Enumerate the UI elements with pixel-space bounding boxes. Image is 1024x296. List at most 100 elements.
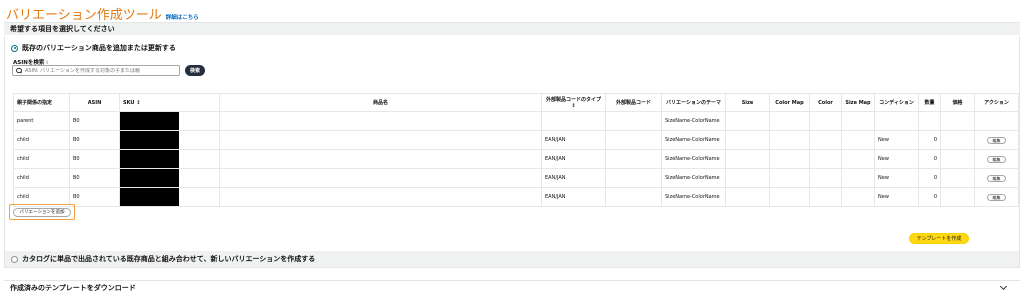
cell-product-name	[219, 149, 542, 169]
cell-ext-code	[605, 149, 662, 169]
cell-color-map	[769, 168, 810, 188]
cell-color	[809, 111, 842, 131]
variation-table: 親子関係の指定 ASIN SKU ↕ 商品名 外部製品コードのタイプ ↕ 外部製…	[13, 93, 1019, 207]
search-button[interactable]: 検索	[185, 65, 205, 76]
redaction-block	[120, 112, 179, 130]
cell-ext-type	[541, 111, 606, 131]
table-row: child B0 EAN/JAN SizeName-ColorName New 0 編集	[13, 168, 1019, 188]
option-catalog-radio[interactable]	[11, 255, 18, 263]
cell-asin: B0	[69, 187, 120, 207]
cell-theme: SizeName-ColorName	[661, 111, 726, 131]
col-header-ext-type[interactable]: 外部製品コードのタイプ ↕	[541, 93, 606, 112]
redaction-block	[120, 169, 179, 187]
cell-condition: New	[874, 130, 919, 150]
section-heading: 希望する項目を選択してください	[4, 22, 1020, 35]
cell-size-map	[841, 111, 875, 131]
col-header-condition: コンディション	[874, 93, 919, 112]
edit-button[interactable]: 編集	[987, 136, 1006, 144]
cell-ext-code	[605, 187, 662, 207]
asin-search-input[interactable]	[25, 67, 175, 74]
cell-relation: child	[13, 130, 70, 150]
asin-value: B0	[73, 156, 80, 162]
cell-size-map	[841, 187, 875, 207]
cell-relation: child	[13, 149, 70, 169]
cell-relation: parent	[13, 111, 70, 131]
cell-condition	[874, 111, 919, 131]
title-row: バリエーション作成ツール 詳細はこちら	[6, 4, 199, 23]
col-header-theme: バリエーションのテーマ	[661, 93, 726, 112]
cell-qty	[918, 111, 941, 131]
cell-product-name	[219, 130, 542, 150]
cell-color	[809, 149, 842, 169]
cell-action: 編集	[974, 187, 1019, 207]
col-header-color: Color	[809, 93, 842, 112]
cell-size	[725, 111, 770, 131]
edit-button[interactable]: 編集	[987, 174, 1006, 182]
cell-color-map	[769, 111, 810, 131]
cell-product-name	[219, 111, 542, 131]
cell-asin: B0	[69, 149, 120, 169]
asin-value: B0	[73, 194, 80, 200]
cell-color-map	[769, 187, 810, 207]
col-header-name: 商品名	[219, 93, 542, 112]
option-catalog-variation[interactable]: カタログに単品で出品されている既存商品と組み合わせて、新しいバリエーションを作成…	[5, 251, 1019, 267]
cell-ext-type: EAN/JAN	[541, 149, 606, 169]
cell-color	[809, 187, 842, 207]
table-row: child B0 EAN/JAN SizeName-ColorName New 0 編集	[13, 187, 1019, 207]
search-icon	[16, 67, 22, 74]
cell-asin: B0	[69, 111, 120, 131]
cell-size	[725, 149, 770, 169]
page-title: バリエーション作成ツール	[6, 8, 162, 23]
cell-price	[940, 168, 975, 188]
cell-condition: New	[874, 187, 919, 207]
cell-theme: SizeName-ColorName	[661, 130, 726, 150]
col-header-qty: 数量	[918, 93, 941, 112]
cell-product-name	[219, 187, 542, 207]
cell-theme: SizeName-ColorName	[661, 168, 726, 188]
asin-search-box[interactable]	[12, 65, 180, 76]
cell-asin: B0	[69, 168, 120, 188]
cell-condition: New	[874, 168, 919, 188]
details-link[interactable]: 詳細はこちら	[166, 13, 199, 21]
add-variation-button[interactable]: バリエーションを追加	[13, 207, 71, 217]
cell-ext-code	[605, 168, 662, 188]
asin-value: B0	[73, 175, 80, 181]
table-row: child B0 EAN/JAN SizeName-ColorName New 0 編集	[13, 149, 1019, 169]
cell-action: 編集	[974, 130, 1019, 150]
col-header-size-map: Size Map	[841, 93, 875, 112]
col-header-asin: ASIN	[69, 93, 120, 112]
cell-color-map	[769, 130, 810, 150]
cell-sku	[119, 149, 220, 169]
cell-qty: 0	[918, 187, 941, 207]
col-header-ext-code: 外部製品コード	[605, 93, 662, 112]
download-template-label: 作成済みのテンプレートをダウンロード	[10, 283, 136, 292]
cell-size-map	[841, 130, 875, 150]
cell-color	[809, 130, 842, 150]
cell-size	[725, 130, 770, 150]
col-header-price: 価格	[940, 93, 975, 112]
cell-theme: SizeName-ColorName	[661, 187, 726, 207]
sort-icon: ↕	[571, 102, 576, 109]
cell-ext-type: EAN/JAN	[541, 168, 606, 188]
col-header-sku[interactable]: SKU ↕	[119, 93, 220, 112]
cell-ext-type: EAN/JAN	[541, 130, 606, 150]
col-header-sku-label: SKU	[123, 99, 135, 106]
cell-color	[809, 168, 842, 188]
col-header-size: Size	[725, 93, 770, 112]
edit-button[interactable]: 編集	[987, 155, 1006, 163]
cell-size-map	[841, 149, 875, 169]
cell-theme: SizeName-ColorName	[661, 149, 726, 169]
sort-icon: ↕	[136, 99, 141, 106]
edit-button[interactable]: 編集	[987, 193, 1006, 201]
options-panel: 既存のバリエーション商品を追加または更新する ASINを検索 i 検索 親子関係…	[4, 36, 1020, 268]
option-existing-label: 既存のバリエーション商品を追加または更新する	[22, 44, 176, 52]
table-row: parent B0 SizeName-ColorName	[13, 111, 1019, 131]
cell-sku	[119, 168, 220, 188]
cell-price	[940, 111, 975, 131]
create-template-button[interactable]: テンプレートを作成	[909, 233, 969, 244]
option-existing-radio[interactable]	[11, 44, 18, 52]
option-existing-variation[interactable]: 既存のバリエーション商品を追加または更新する	[11, 43, 176, 53]
cell-price	[940, 187, 975, 207]
download-template-section[interactable]: 作成済みのテンプレートをダウンロード	[4, 280, 1020, 294]
cell-sku	[119, 187, 220, 207]
